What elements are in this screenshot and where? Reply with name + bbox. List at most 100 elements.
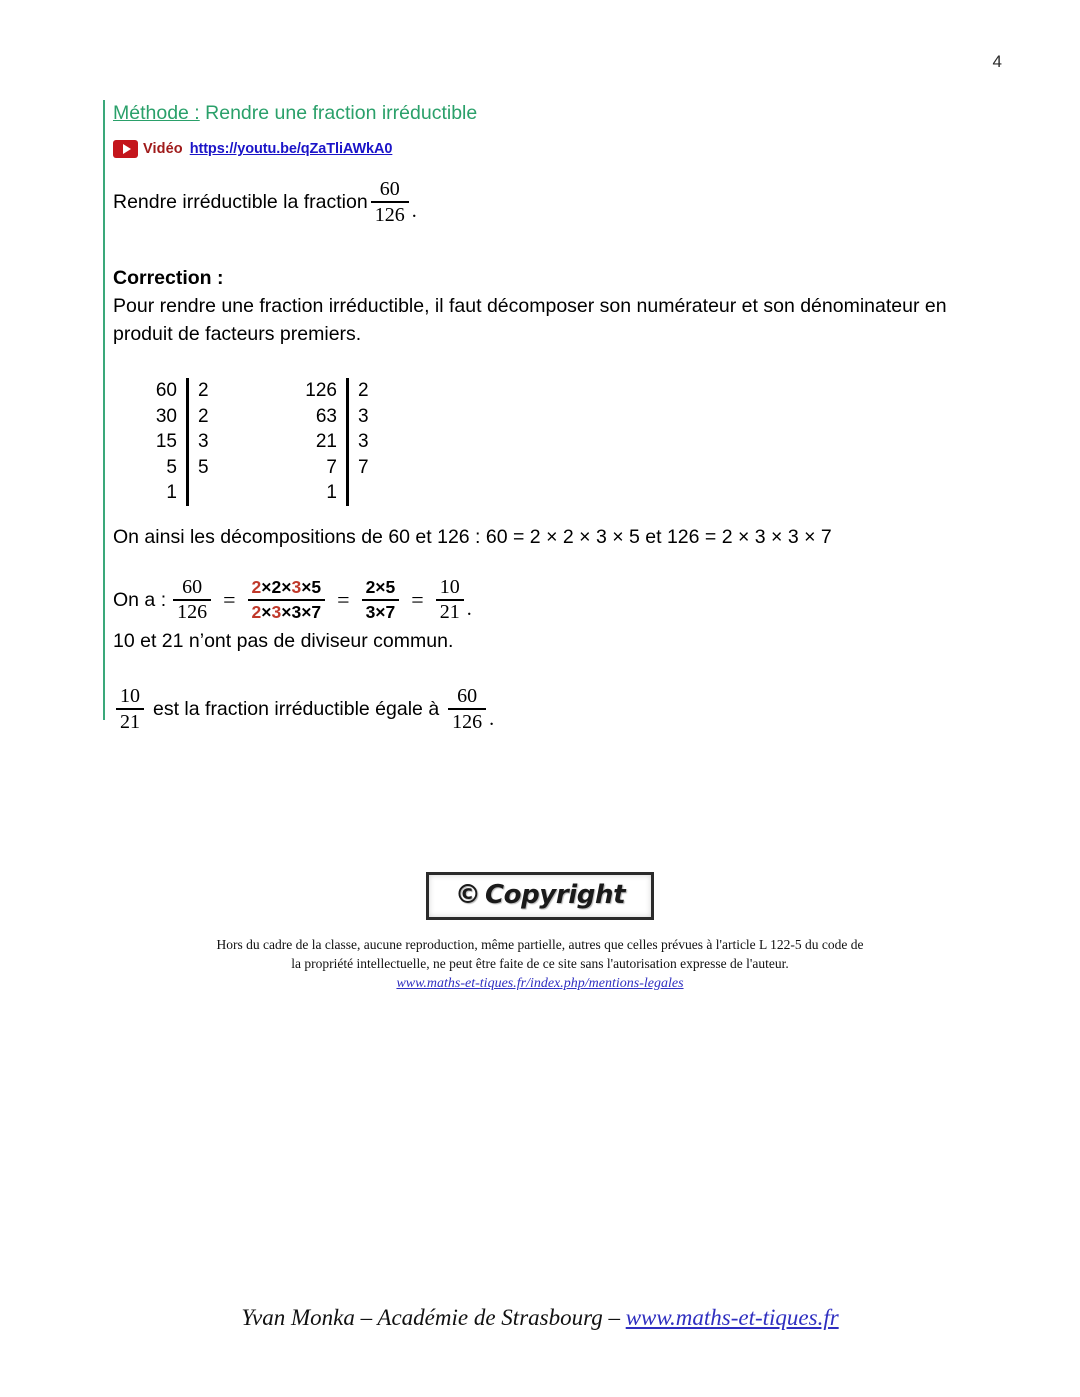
fraction-bar [116,708,144,710]
dividend-cell: 126 [305,380,337,401]
divisor-cell: 3 [358,405,369,427]
divisor-cell: 2 [198,405,209,427]
equation-fraction-2: 2×2×3×5 2×3×3×7 [247,577,326,623]
copyright-badge-wrap: © Copyright [0,872,1080,920]
fraction-numerator: 60 [457,685,478,707]
factor-part: ×5 [301,577,322,597]
page-number: 4 [992,52,1002,71]
fraction-numerator: 60 [182,576,203,598]
factor-part: × [261,602,272,622]
fraction-denominator: 126 [374,204,405,226]
table-decomposition-126: 126 63 21 7 1 2 3 3 7 [293,378,388,506]
dividend-cell: 1 [326,482,337,503]
fraction-numerator: 10 [439,576,460,598]
correction-body: Pour rendre une fraction irréductible, i… [113,295,947,345]
statement-suffix: . [411,200,417,222]
fraction-denominator: 21 [439,601,460,623]
equation-fraction-4: 10 21 [435,576,464,623]
correction-title: Correction : [113,267,224,289]
statement-fraction: 60 126 [370,178,409,226]
final-period: . [489,708,495,730]
video-link[interactable]: https://youtu.be/qZaTliAWkA0 [190,141,393,157]
fraction-bar [448,708,487,710]
fraction-denominator: 126 [452,711,483,733]
equation-lead: On a : [113,588,167,611]
divisor-cell: 2 [198,380,209,401]
method-label: Méthode : [113,102,200,124]
dividend-cell: 60 [155,380,177,401]
table-divider [186,378,189,506]
table-divider [346,378,349,506]
fraction-bar [370,201,409,203]
copyright-badge: © Copyright [425,872,655,920]
equals-sign-1: = [223,587,236,612]
copyright-badge-text: Copyright [484,880,626,910]
fraction-numerator-factored: 2×2×3×5 [248,577,326,598]
equation-fraction-1: 60 126 [173,576,212,623]
page-footer: Yvan Monka – Académie de Strasbourg – ww… [0,1305,1080,1331]
factor-part: ×2× [261,577,292,597]
divisor-column: 2 3 3 7 [358,378,388,506]
factor-part: 2 [251,602,262,622]
factor-part: 3 [291,577,302,597]
fraction-denominator: 126 [177,601,208,623]
fraction-numerator: 10 [120,685,140,707]
equation-fraction-3: 2×5 3×7 [361,577,400,623]
dividend-cell: 15 [155,431,177,452]
dividend-column: 126 63 21 7 1 [293,378,337,506]
equals-sign-3: = [411,587,424,612]
fraction-denominator: 21 [120,711,140,733]
prime-factor-tables: 60 30 15 5 1 2 2 3 5 126 63 21 7 1 2 3 3… [113,378,993,513]
video-line: Vidéo https://youtu.be/qZaTliAWkA0 [113,138,993,160]
footer-site-link[interactable]: www.maths-et-tiques.fr [626,1305,839,1330]
equation-period: . [466,598,472,620]
fraction-bar [361,599,400,601]
final-text: est la fraction irréductible égale à [153,697,440,720]
final-fraction-left: 10 21 [116,685,144,733]
fraction-numerator: 2×5 [365,577,396,597]
no-common-divisor-note: 10 et 21 n’ont pas de diviseur commun. [113,630,454,652]
table-decomposition-60: 60 30 15 5 1 2 2 3 5 [133,378,228,506]
dividend-cell: 5 [166,456,177,478]
dividend-cell: 30 [155,405,177,427]
divisor-cell: 3 [358,431,369,452]
final-conclusion: 10 21 est la fraction irréductible égale… [113,685,993,733]
document-page: 4 Méthode : Rendre une fraction irréduct… [0,0,1080,1397]
copyright-symbol-icon: © [454,880,481,910]
fraction-denominator: 3×7 [365,602,396,622]
simplification-equation: On a : 60 126 = 2×2×3×5 2×3×3×7 = 2×5 3×… [113,577,993,623]
final-fraction-right: 60 126 [448,685,487,733]
method-accent-rule [103,100,105,720]
dividend-cell: 1 [166,482,177,503]
statement-prefix: Rendre irréductible la fraction [113,191,368,213]
legal-line-1: Hors du cadre de la classe, aucune repro… [216,937,864,952]
dividend-column: 60 30 15 5 1 [133,378,177,506]
divisor-cell: 2 [358,380,369,401]
youtube-play-icon[interactable] [113,140,138,158]
factor-part: ×3×7 [281,602,322,622]
factor-part: 2 [251,577,262,597]
divisor-cell: 3 [198,431,209,452]
legal-mentions-link[interactable]: www.maths-et-tiques.fr/index.php/mention… [396,976,683,991]
dividend-cell: 7 [326,456,337,478]
divisor-cell: 5 [198,456,209,478]
content-area: Méthode : Rendre une fraction irréductib… [113,100,993,733]
fraction-bar [247,599,326,601]
divisor-cell: 7 [358,456,369,478]
video-label: Vidéo [143,141,183,157]
legal-line-2: la propriété intellectuelle, ne peut êtr… [291,956,789,971]
fraction-denominator-factored: 2×3×3×7 [248,602,326,623]
dividend-cell: 63 [315,405,337,427]
divisor-column: 2 2 3 5 [198,378,228,506]
decomposition-result: On ainsi les décompositions de 60 et 126… [113,526,832,548]
footer-author: Yvan Monka – Académie de Strasbourg – [241,1305,626,1330]
dividend-cell: 21 [315,431,337,452]
method-heading: Méthode : Rendre une fraction irréductib… [113,100,993,126]
equals-sign-2: = [337,587,350,612]
method-title: Rendre une fraction irréductible [199,102,478,124]
factor-part: 3 [271,602,282,622]
exercise-statement: Rendre irréductible la fraction 60 126 . [113,178,993,226]
play-triangle-icon [122,144,131,154]
fraction-numerator: 60 [379,178,400,200]
legal-notice: Hors du cadre de la classe, aucune repro… [0,935,1080,993]
